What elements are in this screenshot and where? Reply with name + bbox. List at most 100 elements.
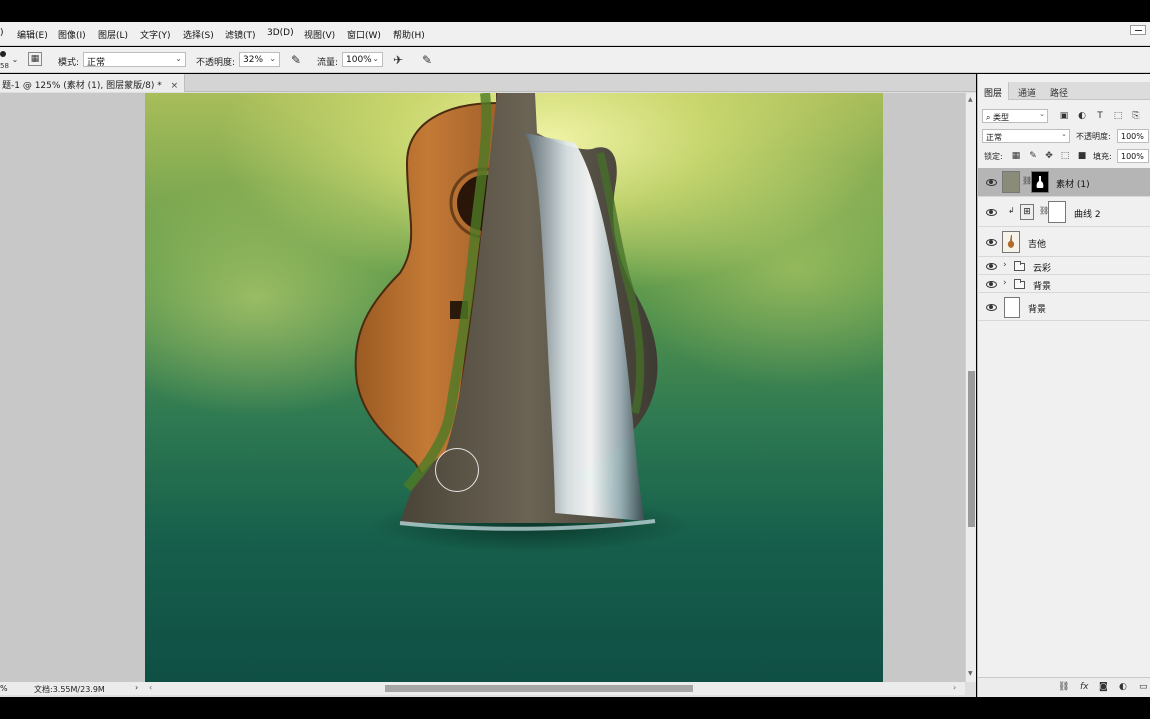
- chevron-down-icon[interactable]: ⌄: [10, 52, 20, 68]
- filter-shape-icon[interactable]: ⬚: [1112, 110, 1124, 122]
- mode-value: 正常: [87, 58, 106, 67]
- filter-type-icon[interactable]: T: [1094, 110, 1106, 122]
- document-tab[interactable]: 题-1 @ 125% (素材 (1), 图层蒙版/8) * ×: [0, 74, 186, 92]
- menu-3d[interactable]: 3D(D): [267, 28, 294, 38]
- bottom-letterbox: [0, 697, 1150, 719]
- scroll-up-icon[interactable]: ▲: [968, 96, 973, 103]
- eye-icon[interactable]: [985, 279, 997, 289]
- menu-filter[interactable]: 滤镜(T): [225, 28, 256, 41]
- fill-label: 填充:: [1093, 152, 1112, 161]
- fill-input[interactable]: 100%: [1117, 149, 1149, 163]
- filter-adjustment-icon[interactable]: ◐: [1076, 110, 1088, 122]
- layer-row-guitar[interactable]: 吉他: [978, 228, 1150, 257]
- menu-help[interactable]: 帮助(H): [393, 28, 425, 41]
- eye-icon[interactable]: [985, 237, 997, 247]
- layer-filter-row: ⌕ 类型 ⌄ ▣ ◐ T ⬚ ⎘: [978, 107, 1150, 127]
- lock-transparent-icon[interactable]: ▦: [1010, 150, 1022, 162]
- lock-all-icon[interactable]: ■: [1076, 150, 1088, 162]
- guitar-thumb-icon: [1007, 235, 1015, 248]
- lock-artboard-icon[interactable]: ⬚: [1059, 150, 1071, 162]
- tool-options-bar: ⌄ ▦ 模式: 正常 ⌄ 不透明度: 32% ⌄ ✎ 流量: 100% ⌄ ✈ …: [0, 47, 1150, 73]
- lock-row: 锁定: ▦ ✎ ✥ ⬚ ■ 填充: 100%: [978, 147, 1150, 167]
- tab-paths[interactable]: 路径: [1044, 82, 1074, 100]
- menu-layer[interactable]: 图层(L): [98, 28, 128, 41]
- opacity-value: 32%: [243, 55, 264, 65]
- layer-opacity-value: 100%: [1121, 132, 1144, 141]
- horizontal-scroll-thumb[interactable]: [385, 685, 693, 692]
- clip-arrow-icon: ↲: [1008, 206, 1015, 215]
- filter-smart-object-icon[interactable]: ⎘: [1130, 110, 1142, 122]
- link-layers-icon[interactable]: ⛓: [1058, 682, 1069, 692]
- layer-name: 背景: [1028, 305, 1047, 315]
- layer-filter-select[interactable]: ⌕ 类型 ⌄: [982, 109, 1048, 123]
- window-minimize-button[interactable]: [1130, 25, 1146, 35]
- eye-icon[interactable]: [985, 261, 997, 271]
- scroll-down-icon[interactable]: ▼: [968, 670, 973, 677]
- zoom-readout[interactable]: %: [0, 684, 8, 693]
- lock-position-icon[interactable]: ✥: [1043, 150, 1055, 162]
- tab-layers[interactable]: 图层: [978, 82, 1010, 100]
- scroll-right-icon[interactable]: ›: [953, 683, 956, 692]
- pressure-opacity-icon[interactable]: ✎: [288, 52, 304, 68]
- eye-icon[interactable]: [985, 302, 997, 312]
- layer-opacity-input[interactable]: 100%: [1117, 129, 1149, 143]
- brush-preview-icon[interactable]: [0, 51, 6, 57]
- canvas-viewport[interactable]: [0, 93, 965, 682]
- layer-row-background[interactable]: 背景: [978, 294, 1150, 321]
- mode-select[interactable]: 正常 ⌄: [83, 52, 186, 67]
- chevron-down-icon: ⌄: [1039, 110, 1045, 118]
- chevron-down-icon: ⌄: [1061, 130, 1067, 138]
- folder-icon: [1014, 279, 1025, 289]
- layer-opacity-label: 不透明度:: [1076, 132, 1111, 141]
- menu-view[interactable]: 视图(V): [304, 28, 335, 41]
- top-letterbox: [0, 0, 1150, 22]
- menu-select[interactable]: 选择(S): [183, 28, 214, 41]
- add-mask-icon[interactable]: ◙: [1099, 682, 1108, 692]
- filter-pixel-icon[interactable]: ▣: [1058, 110, 1070, 122]
- layer-mask-thumbnail[interactable]: [1031, 171, 1049, 193]
- menu-image[interactable]: 图像(I): [58, 28, 86, 41]
- layer-name: 背景: [1033, 282, 1052, 292]
- chevron-right-icon[interactable]: ›: [1003, 278, 1007, 288]
- scroll-left-icon[interactable]: ‹: [149, 683, 152, 692]
- new-adjustment-icon[interactable]: ◐: [1119, 682, 1127, 692]
- flow-input[interactable]: 100% ⌄: [342, 52, 383, 67]
- flow-value: 100%: [346, 55, 372, 65]
- status-menu-arrow[interactable]: ›: [135, 683, 138, 692]
- layer-name: 素材 (1): [1056, 180, 1090, 190]
- eye-icon[interactable]: [985, 207, 997, 217]
- pressure-size-icon[interactable]: ✎: [419, 52, 435, 68]
- chevron-down-icon: ⌄: [372, 54, 379, 63]
- opacity-label: 不透明度:: [196, 58, 236, 68]
- layer-row-curves[interactable]: ↲ ⊞ ⛓ 曲线 2: [978, 198, 1150, 227]
- curves-icon: ⊞: [1020, 204, 1034, 220]
- layers-panel: 图层 通道 路径 ⌕ 类型 ⌄ ▣ ◐ T ⬚ ⎘ 正常 ⌄ 不透明度: 100…: [977, 74, 1150, 697]
- airbrush-icon[interactable]: ✈: [390, 52, 406, 68]
- chevron-right-icon[interactable]: ›: [1003, 260, 1007, 270]
- menu-window[interactable]: 窗口(W): [347, 28, 381, 41]
- guitar-waterfall-artwork: [354, 93, 690, 553]
- layer-mask-thumbnail[interactable]: [1048, 201, 1066, 223]
- close-icon[interactable]: ×: [171, 81, 179, 91]
- brush-panel-icon[interactable]: ▦: [28, 52, 42, 66]
- blend-mode-select[interactable]: 正常 ⌄: [982, 129, 1070, 143]
- menu-type[interactable]: 文字(Y): [140, 28, 171, 41]
- panel-tabs: 图层 通道 路径: [978, 82, 1150, 100]
- layer-group-clouds[interactable]: › 云彩: [978, 258, 1150, 275]
- fx-icon[interactable]: fx: [1080, 682, 1089, 692]
- layer-thumbnail: [1002, 171, 1020, 193]
- vertical-scrollbar[interactable]: ▲ ▼: [965, 93, 976, 682]
- menu-edit[interactable]: 编辑(E): [17, 28, 48, 41]
- horizontal-scrollbar[interactable]: ‹ ›: [145, 682, 965, 695]
- lock-pixels-icon[interactable]: ✎: [1027, 150, 1039, 162]
- tab-channels[interactable]: 通道: [1012, 82, 1042, 100]
- mode-label: 模式:: [58, 58, 80, 68]
- new-group-icon[interactable]: ▭: [1139, 682, 1148, 692]
- layer-row-material[interactable]: ⛓ 素材 (1): [978, 168, 1150, 197]
- eye-icon[interactable]: [985, 177, 997, 187]
- layer-group-background[interactable]: › 背景: [978, 276, 1150, 293]
- vertical-scroll-thumb[interactable]: [968, 371, 975, 527]
- canvas-image[interactable]: [145, 93, 883, 682]
- opacity-input[interactable]: 32% ⌄: [239, 52, 280, 67]
- layer-name: 吉他: [1028, 240, 1047, 250]
